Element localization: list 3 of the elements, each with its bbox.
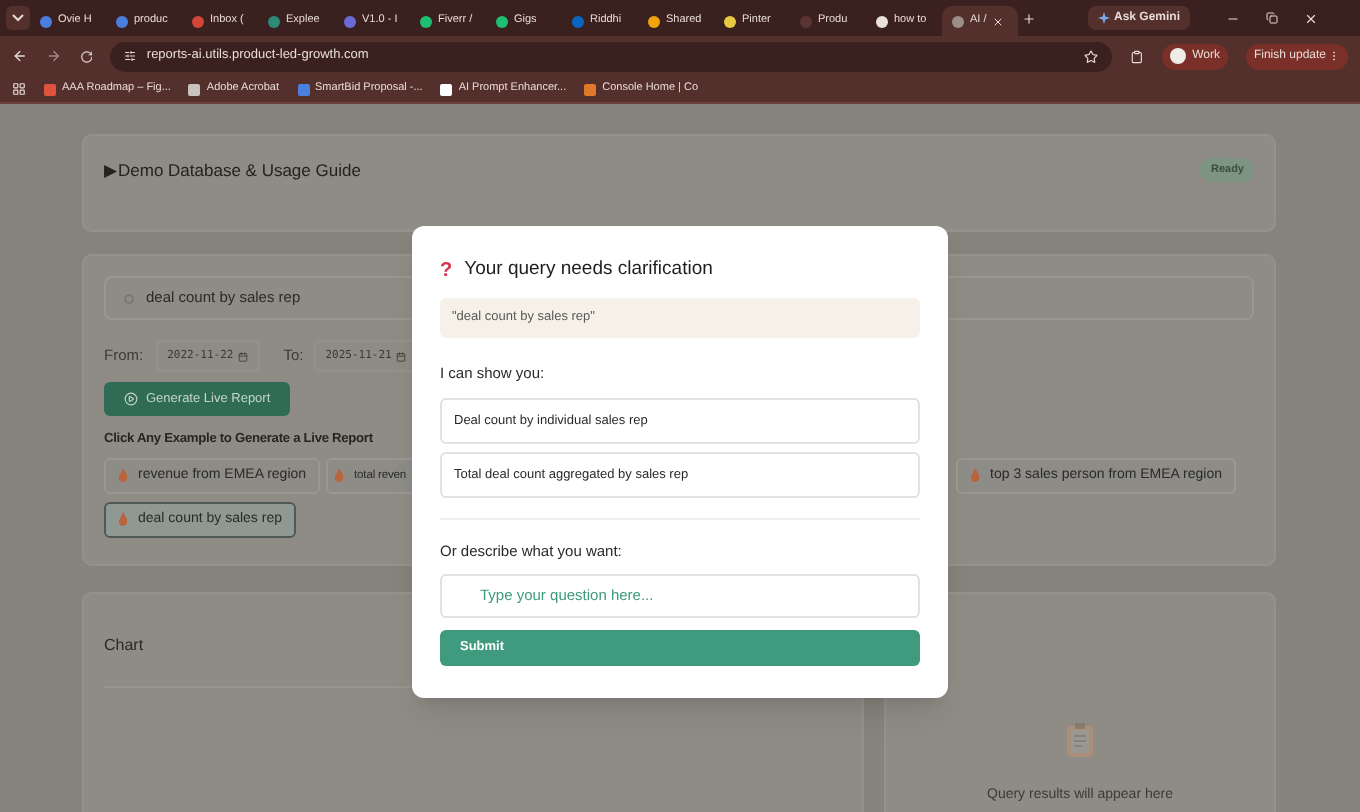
question-icon: ? [440, 256, 453, 286]
dialog-title: Your query needs clarification [464, 256, 713, 285]
chart-title: Chart [104, 636, 144, 654]
